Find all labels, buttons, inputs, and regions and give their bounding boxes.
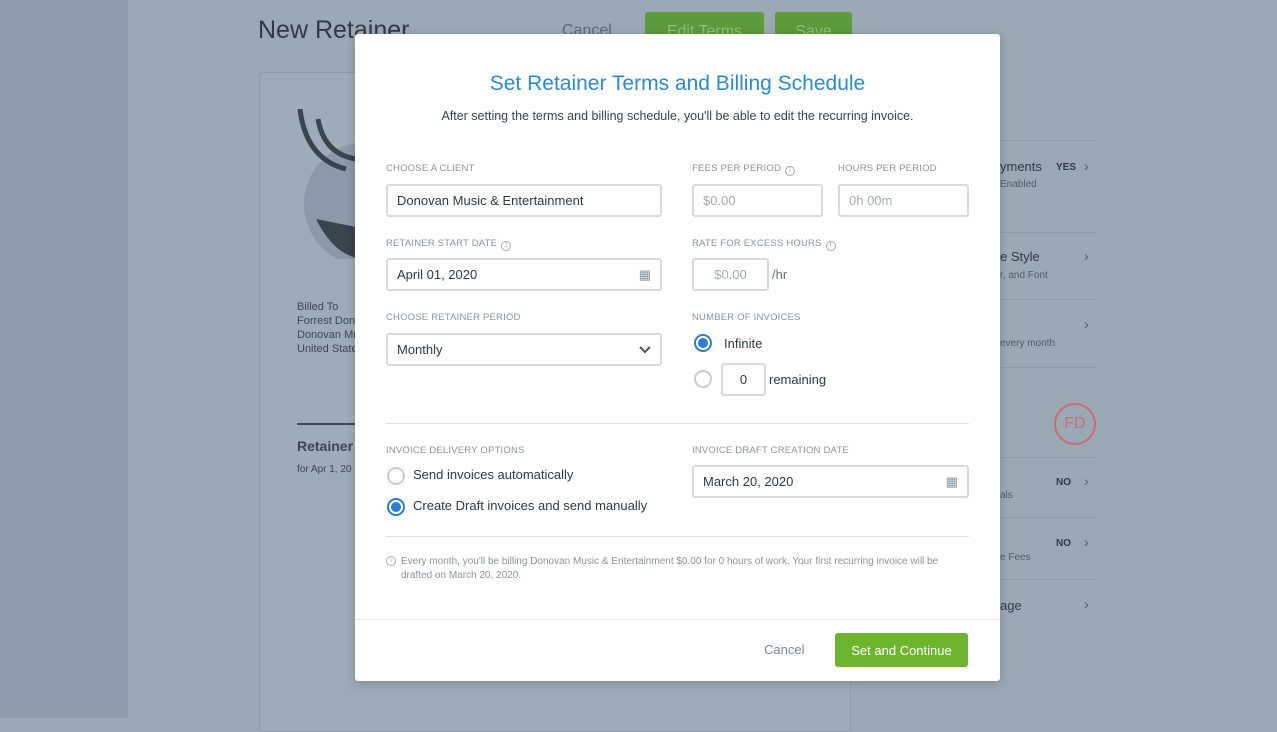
retainer-heading: Retainer — [297, 438, 354, 454]
remaining-input[interactable]: 0 — [721, 363, 766, 396]
modal-title: Set Retainer Terms and Billing Schedule — [489, 72, 866, 95]
draft-manual-label: Create Draft invoices and send manually — [413, 498, 648, 513]
settings-schedule[interactable]: › every month — [1000, 299, 1096, 367]
start-date-label: Retainer Start Date i — [386, 238, 512, 251]
calendar-icon[interactable]: ▦ — [946, 474, 958, 490]
settings-invoice-style[interactable]: e Style › r, and Font — [1000, 232, 1096, 299]
app-sidebar — [0, 0, 128, 718]
chevron-right-icon: › — [1084, 534, 1089, 550]
hours-input[interactable]: 0h 00m — [838, 184, 969, 217]
chevron-right-icon: › — [1084, 596, 1089, 612]
excess-unit: /hr — [772, 267, 788, 282]
avatar: FD — [1054, 403, 1096, 445]
info-icon: i — [386, 556, 396, 566]
chevron-right-icon: › — [1084, 248, 1089, 264]
infinite-radio[interactable] — [694, 334, 712, 352]
send-auto-label: Send invoices automatically — [413, 467, 574, 482]
info-icon: i — [785, 166, 796, 176]
info-icon: i — [501, 241, 512, 251]
client-label: Choose a Client — [386, 163, 475, 174]
send-auto-radio[interactable] — [387, 467, 405, 485]
delivery-label: Invoice Delivery Options — [386, 445, 525, 456]
settings-reminders[interactable]: NO › als — [1000, 457, 1096, 517]
cancel-button[interactable]: Cancel — [764, 642, 804, 657]
remaining-label: remaining — [769, 372, 827, 387]
billed-to: Billed To Forrest Don Donovan Mu United Sta… — [297, 301, 360, 355]
divider — [386, 536, 969, 537]
settings-online-payments[interactable]: yments YES › Enabled — [1000, 140, 1096, 232]
chevron-down-icon — [639, 345, 651, 353]
invoices-label: Number of Invoices — [692, 312, 801, 323]
draft-date-input[interactable]: March 20, 2020 ▦ — [692, 465, 969, 498]
draft-manual-radio[interactable] — [387, 498, 405, 516]
chevron-right-icon: › — [1084, 473, 1089, 489]
infinite-label: Infinite — [724, 336, 763, 351]
set-and-continue-button[interactable]: Set and Continue — [835, 633, 968, 667]
fees-label: Fees per Period i — [692, 163, 796, 176]
remaining-radio[interactable] — [694, 370, 712, 388]
chevron-right-icon: › — [1084, 158, 1089, 174]
summary-note: i Every month, you'll be billing Donovan … — [386, 555, 966, 583]
retainer-period: for Apr 1, 20 — [297, 464, 352, 475]
divider — [386, 423, 969, 424]
draft-date-label: Invoice Draft Creation Date — [692, 445, 849, 456]
modal-subtitle: After setting the terms and billing sche… — [441, 109, 914, 123]
period-select[interactable]: Monthly — [386, 333, 662, 366]
start-date-input[interactable]: April 01, 2020 ▦ — [386, 258, 662, 291]
info-icon: i — [825, 241, 836, 251]
client-input[interactable]: Donovan Music & Entertainment — [386, 184, 662, 217]
period-label: Choose Retainer Period — [386, 312, 521, 323]
settings-late-fees[interactable]: NO › e Fees — [1000, 517, 1096, 579]
settings-language[interactable]: age › — [1000, 579, 1096, 639]
hours-label: Hours per Period — [838, 163, 937, 174]
chevron-right-icon: › — [1084, 316, 1089, 332]
excess-label: Rate for Excess Hours i — [692, 238, 836, 251]
calendar-icon[interactable]: ▦ — [639, 267, 651, 283]
fees-input[interactable]: $0.00 — [692, 184, 823, 217]
retainer-terms-modal: Set Retainer Terms and Billing Schedule … — [355, 34, 1000, 681]
excess-rate-input[interactable]: $0.00 — [692, 258, 769, 291]
modal-footer-divider — [355, 619, 1000, 620]
